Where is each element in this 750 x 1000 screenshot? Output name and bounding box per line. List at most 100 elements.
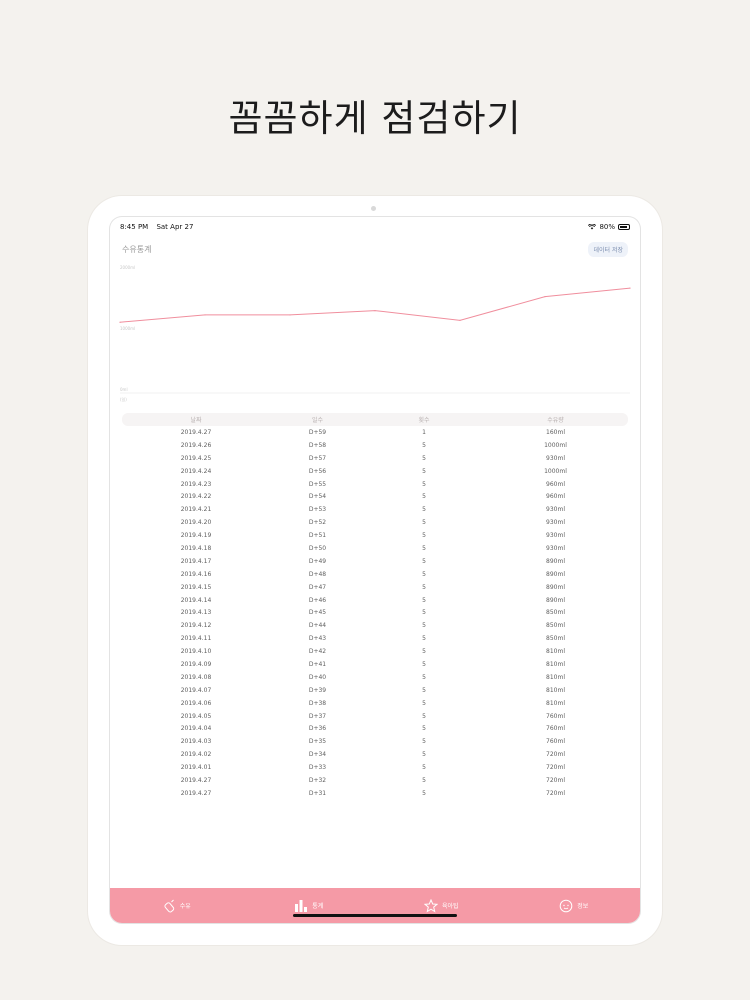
cell-count: 5: [422, 441, 426, 449]
cell-date: 2019.4.24: [180, 467, 212, 475]
save-data-button[interactable]: 데이터 저장: [588, 242, 628, 257]
cell-amount: 760ml: [546, 712, 565, 720]
cell-days: D+31: [308, 789, 327, 797]
bottle-icon: [164, 899, 174, 912]
cell-date: 2019.4.11: [180, 635, 212, 643]
cell-count: 5: [422, 673, 426, 681]
header-date: 날짜: [190, 417, 202, 424]
table-row: 2019.4.06 D+38 5 810ml: [122, 697, 628, 710]
cell-date: 2019.4.25: [180, 454, 212, 462]
tab-feeding[interactable]: 수유: [126, 899, 226, 913]
cell-count: 5: [422, 789, 426, 797]
tab-label: 육아팁: [441, 903, 459, 910]
cell-date: 2019.4.08: [180, 673, 212, 681]
cell-days: D+38: [308, 699, 327, 707]
cell-days: D+32: [308, 776, 327, 784]
table-row: 2019.4.16 D+48 5 890ml: [122, 568, 628, 581]
cell-amount: 720ml: [546, 764, 565, 772]
cell-amount: 850ml: [546, 609, 565, 617]
cell-date: 2019.4.21: [180, 506, 212, 514]
cell-count: 5: [422, 725, 426, 733]
table-row: 2019.4.02 D+34 5 720ml: [122, 748, 628, 761]
cell-amount: 850ml: [546, 635, 565, 643]
x-axis-label: (일): [120, 396, 127, 402]
tab-label: 통계: [312, 903, 324, 910]
y-tick-label: 0ml: [120, 387, 128, 392]
cell-amount: 720ml: [546, 789, 565, 797]
cell-date: 2019.4.27: [180, 428, 212, 436]
bar-chart-icon: [295, 899, 308, 912]
cell-date: 2019.4.10: [180, 648, 212, 656]
data-point: [629, 287, 631, 289]
cell-days: D+39: [308, 686, 327, 694]
tab-tips[interactable]: 육아팁: [391, 898, 491, 913]
cell-amount: 960ml: [546, 493, 565, 501]
star-icon: [423, 898, 438, 913]
cell-count: 5: [422, 570, 426, 578]
cell-date: 2019.4.27: [180, 789, 212, 797]
cell-date: 2019.4.12: [180, 622, 212, 630]
app-screen: 8:45 PM Sat Apr 27 80% 수유통계 데이터 저장 2000m…: [110, 217, 640, 923]
headline: 꼼꼼하게 점검하기: [228, 97, 522, 140]
table-row: 2019.4.17 D+49 5 890ml: [122, 555, 628, 568]
cell-amount: 930ml: [546, 519, 565, 527]
cell-count: 5: [422, 596, 426, 604]
cell-count: 1: [422, 428, 426, 436]
table-row: 2019.4.14 D+46 5 890ml: [122, 594, 628, 607]
cell-amount: 890ml: [546, 557, 565, 565]
cell-days: D+57: [308, 454, 327, 462]
cell-amount: 810ml: [546, 673, 565, 681]
cell-amount: 760ml: [546, 725, 565, 733]
table-header: 날짜 일수 횟수 수유량: [122, 413, 628, 426]
table-row: 2019.4.11 D+43 5 850ml: [122, 632, 628, 645]
cell-date: 2019.4.23: [180, 480, 212, 488]
cell-amount: 810ml: [546, 648, 565, 656]
data-point: [289, 314, 291, 316]
cell-amount: 930ml: [546, 544, 565, 552]
cell-days: D+36: [308, 725, 327, 733]
data-point: [544, 296, 546, 298]
y-tick-label: 2000ml: [120, 265, 135, 270]
cell-count: 5: [422, 506, 426, 514]
cell-days: D+45: [308, 609, 327, 617]
cell-amount: 810ml: [546, 699, 565, 707]
tab-stats[interactable]: 통계: [259, 899, 359, 913]
page-title: 수유통계: [122, 245, 152, 254]
table-row: 2019.4.20 D+52 5 930ml: [122, 516, 628, 529]
cell-date: 2019.4.19: [180, 532, 212, 540]
tab-info[interactable]: 정보: [524, 899, 624, 913]
cell-days: D+44: [308, 622, 327, 630]
cell-amount: 810ml: [546, 660, 565, 668]
cell-date: 2019.4.22: [180, 493, 212, 501]
table-row: 2019.4.08 D+40 5 810ml: [122, 671, 628, 684]
cell-amount: 890ml: [546, 570, 565, 578]
table-row: 2019.4.07 D+39 5 810ml: [122, 684, 628, 697]
cell-date: 2019.4.01: [180, 764, 212, 772]
cell-date: 2019.4.20: [180, 519, 212, 527]
cell-days: D+41: [308, 660, 327, 668]
cell-days: D+33: [308, 764, 327, 772]
cell-count: 5: [422, 648, 426, 656]
status-bar: 8:45 PM Sat Apr 27 80%: [120, 221, 630, 233]
cell-count: 5: [422, 557, 426, 565]
cell-amount: 850ml: [546, 622, 565, 630]
cell-count: 5: [422, 480, 426, 488]
cell-days: D+52: [308, 519, 327, 527]
cell-days: D+47: [308, 583, 327, 591]
status-time: 8:45 PM: [120, 223, 149, 231]
table-row: 2019.4.22 D+54 5 960ml: [122, 490, 628, 503]
cell-count: 5: [422, 454, 426, 462]
baby-face-icon: [559, 899, 573, 912]
cell-amount: 810ml: [546, 686, 565, 694]
tab-bar: 수유 통계 육아팁 정보: [110, 888, 640, 923]
cell-days: D+51: [308, 532, 327, 540]
header-amount: 수유량: [547, 417, 564, 424]
cell-date: 2019.4.02: [180, 751, 212, 759]
cell-days: D+37: [308, 712, 327, 720]
cell-amount: 890ml: [546, 583, 565, 591]
cell-date: 2019.4.15: [180, 583, 212, 591]
table-row: 2019.4.05 D+37 5 760ml: [122, 710, 628, 723]
data-point: [459, 319, 461, 322]
cell-date: 2019.4.18: [180, 544, 212, 552]
cell-days: D+40: [308, 673, 327, 681]
